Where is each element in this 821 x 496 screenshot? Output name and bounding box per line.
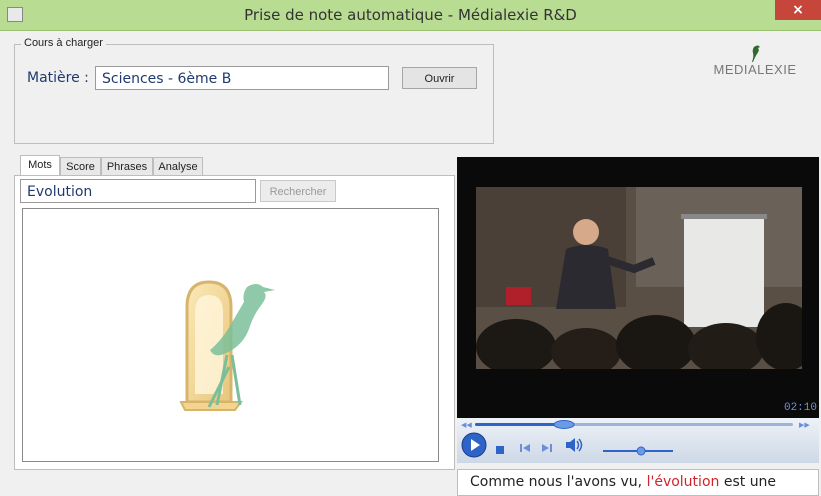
course-groupbox: Cours à charger Matière : Sciences - 6èm… (14, 37, 494, 144)
tab-phrases[interactable]: Phrases (101, 157, 153, 176)
subject-input[interactable]: Sciences - 6ème B (95, 66, 389, 90)
volume-icon (566, 438, 583, 452)
subject-label: Matière : (27, 70, 89, 86)
results-pane[interactable] (22, 208, 439, 462)
previous-icon (520, 444, 530, 452)
tab-analyse[interactable]: Analyse (153, 157, 203, 176)
heron-logo-icon (752, 45, 760, 62)
open-button[interactable]: Ouvrir (402, 67, 477, 89)
tab-mots[interactable]: Mots (20, 155, 60, 176)
search-button[interactable]: Rechercher (260, 180, 336, 202)
previous-button[interactable] (519, 439, 531, 452)
medialexie-logo: MEDIALEXIE (700, 44, 810, 84)
logo-text: MEDIALEXIE (713, 62, 797, 77)
time-display: 02:10 (783, 402, 817, 414)
close-button[interactable]: × (775, 0, 821, 20)
fast-forward-icon: ▶▶ (799, 421, 810, 429)
caption-text-after: est une (719, 474, 777, 490)
caption-text-before: Comme nous l'avons vu, (470, 474, 647, 490)
video-scene-image (476, 187, 802, 369)
stop-button[interactable] (495, 440, 505, 454)
stop-icon (496, 446, 504, 454)
course-group-label: Cours à charger (21, 37, 106, 49)
volume-slider[interactable] (603, 441, 673, 456)
window-title: Prise de note automatique - Médialexie R… (244, 6, 577, 24)
video-frame[interactable] (476, 187, 802, 369)
next-icon (542, 444, 552, 452)
rewind-icon: ◀◀ (461, 421, 472, 429)
play-icon (461, 432, 487, 458)
caption-box: Comme nous l'avons vu, l'évolution est u… (457, 469, 819, 496)
volume-slider-graphic (603, 446, 673, 456)
play-button[interactable] (461, 432, 487, 458)
title-bar: Prise de note automatique - Médialexie R… (0, 0, 821, 31)
tab-score[interactable]: Score (60, 157, 101, 176)
volume-button[interactable] (565, 437, 583, 453)
caption-highlight: l'évolution (646, 474, 720, 490)
heron-watermark-icon (179, 280, 275, 411)
next-button[interactable] (541, 439, 553, 452)
controls-bar: ◀◀ ▶▶ (457, 418, 819, 463)
search-input[interactable]: Evolution (20, 179, 256, 203)
